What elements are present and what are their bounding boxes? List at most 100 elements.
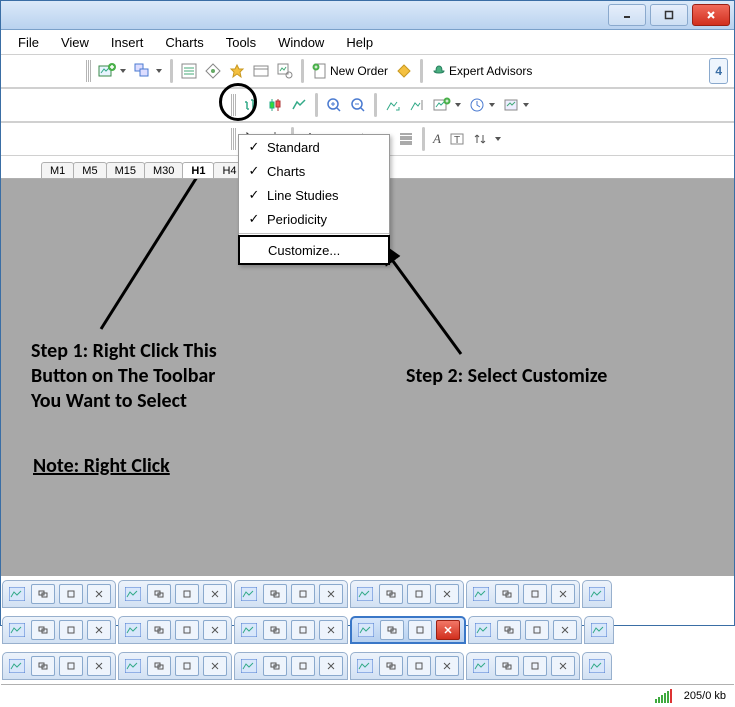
metaeditor-button[interactable] [392,58,416,84]
period-m1[interactable]: M1 [41,162,74,178]
cascade-icon[interactable] [497,620,521,640]
menu-tools[interactable]: Tools [215,32,267,53]
window-tab[interactable] [118,652,232,680]
window-tab-active[interactable] [350,616,466,644]
zoom-out-button[interactable] [346,92,370,118]
window-tab[interactable] [118,580,232,608]
ctx-line-studies[interactable]: ✓Line Studies [239,183,389,207]
window-tab[interactable] [584,616,614,644]
cascade-icon[interactable] [147,656,171,676]
cascade-icon[interactable] [263,620,287,640]
window-close-icon[interactable] [319,584,343,604]
bar-chart-button[interactable] [239,92,263,118]
window-close-icon[interactable] [319,620,343,640]
window-tab[interactable] [234,652,348,680]
window-tab[interactable] [2,652,116,680]
window-close-icon[interactable] [435,656,459,676]
window-tab[interactable] [2,616,116,644]
candlestick-button[interactable] [263,92,287,118]
toolbar-grip-icon[interactable] [86,60,92,82]
window-close-icon[interactable] [319,656,343,676]
window-max-icon[interactable] [525,620,549,640]
cascade-icon[interactable] [495,584,519,604]
line-chart-button[interactable] [287,92,311,118]
ctx-standard[interactable]: ✓Standard [239,135,389,159]
window-max-icon[interactable] [407,584,431,604]
toolbar-grip-icon[interactable] [231,128,237,150]
minimize-button[interactable] [608,4,646,26]
window-max-icon[interactable] [408,620,432,640]
window-tab[interactable] [118,616,232,644]
window-tab[interactable] [582,652,612,680]
window-close-icon[interactable] [203,620,227,640]
cascade-icon[interactable] [263,656,287,676]
window-close-icon[interactable] [435,584,459,604]
ctx-charts[interactable]: ✓Charts [239,159,389,183]
window-tab[interactable] [466,580,580,608]
cascade-icon[interactable] [263,584,287,604]
cascade-icon[interactable] [379,584,403,604]
window-max-icon[interactable] [175,656,199,676]
window-tab[interactable] [582,580,612,608]
expert-advisors-button[interactable]: Expert Advisors [427,58,536,84]
zoom-in-button[interactable] [322,92,346,118]
new-order-button[interactable]: New Order [308,58,392,84]
fibonacci-button[interactable] [394,126,418,152]
menu-window[interactable]: Window [267,32,335,53]
cascade-icon[interactable] [31,584,55,604]
cascade-icon[interactable] [147,584,171,604]
period-m30[interactable]: M30 [144,162,183,178]
menu-help[interactable]: Help [335,32,384,53]
menu-view[interactable]: View [50,32,100,53]
text-button[interactable]: A [429,126,445,152]
profiles-button[interactable] [130,58,166,84]
new-chart-button[interactable] [94,58,130,84]
window-tab[interactable] [234,616,348,644]
window-tab[interactable] [350,652,464,680]
window-close-icon[interactable] [436,620,460,640]
window-tab[interactable] [234,580,348,608]
window-max-icon[interactable] [407,656,431,676]
window-close-icon[interactable] [551,656,575,676]
templates-button[interactable] [499,92,533,118]
cascade-icon[interactable] [147,620,171,640]
market-watch-button[interactable] [177,58,201,84]
maximize-button[interactable] [650,4,688,26]
label-button[interactable]: T [445,126,469,152]
period-m5[interactable]: M5 [73,162,106,178]
window-close-icon[interactable] [87,620,111,640]
window-close-icon[interactable] [551,584,575,604]
period-h1[interactable]: H1 [182,162,214,178]
window-close-icon[interactable] [203,656,227,676]
cascade-icon[interactable] [495,656,519,676]
window-close-icon[interactable] [87,584,111,604]
window-tab[interactable] [468,616,582,644]
toolbar-grip-icon[interactable] [231,94,237,116]
window-max-icon[interactable] [59,584,83,604]
window-close-icon[interactable] [87,656,111,676]
ctx-customize[interactable]: Customize... [238,235,390,265]
cascade-icon[interactable] [380,620,404,640]
window-close-icon[interactable] [203,584,227,604]
data-button[interactable] [225,58,249,84]
arrows-button[interactable] [469,126,505,152]
terminal-button[interactable] [249,58,273,84]
window-max-icon[interactable] [175,620,199,640]
strategy-tester-button[interactable] [273,58,297,84]
window-tab[interactable] [2,580,116,608]
cascade-icon[interactable] [379,656,403,676]
menu-charts[interactable]: Charts [154,32,214,53]
window-max-icon[interactable] [291,584,315,604]
window-tab[interactable] [350,580,464,608]
window-tab[interactable] [466,652,580,680]
window-max-icon[interactable] [59,656,83,676]
menu-insert[interactable]: Insert [100,32,155,53]
window-max-icon[interactable] [523,584,547,604]
ctx-periodicity[interactable]: ✓Periodicity [239,207,389,231]
indicators-button[interactable] [429,92,465,118]
cascade-icon[interactable] [31,620,55,640]
window-max-icon[interactable] [59,620,83,640]
autoscroll-button[interactable] [381,92,405,118]
periods-button[interactable] [465,92,499,118]
window-max-icon[interactable] [291,620,315,640]
